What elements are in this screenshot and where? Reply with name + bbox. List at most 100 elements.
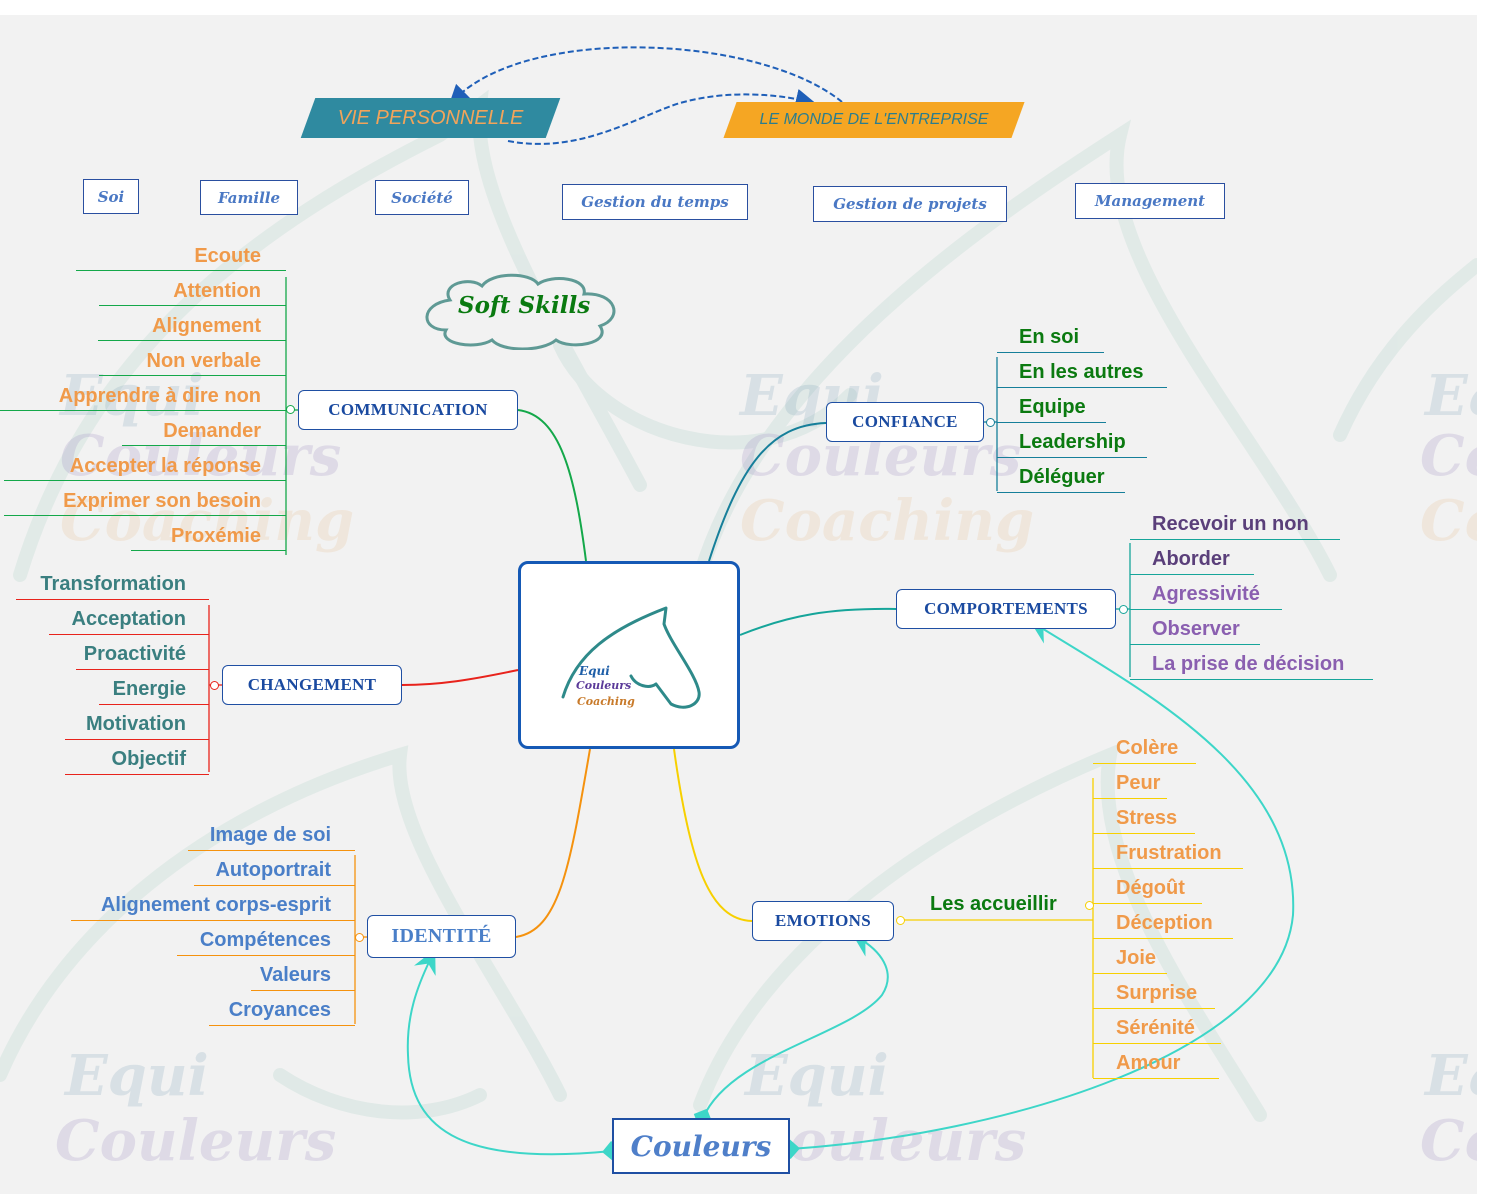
leaf-emotions[interactable]: Déception — [1116, 911, 1213, 935]
leaf-underline — [1093, 1078, 1219, 1079]
topic-changement[interactable]: CHANGEMENT — [222, 665, 402, 705]
banner-vie-personnelle[interactable]: VIE PERSONNELLE — [300, 98, 561, 138]
leaf-comportements[interactable]: Recevoir un non — [1152, 512, 1309, 536]
leaf-underline — [997, 422, 1106, 423]
leaf-communication[interactable]: Apprendre à dire non — [59, 384, 261, 408]
leaf-underline — [1093, 1008, 1215, 1009]
leaf-comportements[interactable]: Observer — [1152, 617, 1240, 641]
collapse-toggle-comportements[interactable] — [1119, 605, 1128, 614]
leaf-underline — [122, 445, 286, 446]
leaf-communication[interactable]: Non verbale — [147, 349, 261, 373]
leaf-underline — [997, 387, 1167, 388]
leaf-identite[interactable]: Compétences — [200, 928, 331, 952]
leaf-communication[interactable]: Accepter la réponse — [70, 454, 261, 478]
leaf-underline — [1093, 798, 1167, 799]
leaf-communication[interactable]: Demander — [163, 419, 261, 443]
collapse-toggle-confiance[interactable] — [986, 418, 995, 427]
banner-monde-entreprise[interactable]: LE MONDE DE L'ENTREPRISE — [723, 102, 1025, 138]
leaf-identite[interactable]: Autoportrait — [215, 858, 331, 882]
leaf-emotions[interactable]: Colère — [1116, 736, 1178, 760]
relation-couleurs-emotions — [693, 933, 889, 1128]
leaf-confiance[interactable]: Leadership — [1019, 430, 1126, 454]
branch-emotions — [673, 748, 753, 922]
branch-identite — [515, 748, 591, 938]
central-topic[interactable]: Equi Couleurs Coaching — [518, 561, 740, 749]
leaf-changement[interactable]: Objectif — [112, 747, 186, 771]
leaf-underline — [99, 375, 286, 376]
leaf-identite[interactable]: Valeurs — [260, 963, 331, 987]
collapse-toggle-communication[interactable] — [286, 405, 295, 414]
leaf-underline — [65, 774, 209, 775]
tag-gestion-du-temps[interactable]: Gestion du temps — [562, 184, 748, 220]
leaf-emotions[interactable]: Frustration — [1116, 841, 1222, 865]
leaf-identite[interactable]: Image de soi — [210, 823, 331, 847]
leaf-underline — [4, 515, 286, 516]
leaf-communication[interactable]: Proxémie — [171, 524, 261, 548]
leaf-changement[interactable]: Motivation — [86, 712, 186, 736]
leaf-changement[interactable]: Acceptation — [72, 607, 186, 631]
relation-couleurs-identite — [406, 949, 622, 1161]
leaf-confiance[interactable]: En soi — [1019, 325, 1079, 349]
topic-comportements[interactable]: COMPORTEMENTS — [896, 589, 1116, 629]
tag-label: Gestion de projets — [833, 195, 987, 213]
leaf-changement[interactable]: Proactivité — [84, 642, 186, 666]
leaf-underline — [98, 340, 286, 341]
leaf-comportements[interactable]: Aborder — [1152, 547, 1230, 571]
leaf-communication[interactable]: Attention — [173, 279, 261, 303]
tag-label: Soi — [97, 187, 125, 206]
subtopic-les-accueillir[interactable]: Les accueillir — [930, 892, 1057, 916]
leaf-comportements[interactable]: Agressivité — [1152, 582, 1260, 606]
leaf-underline — [71, 920, 355, 921]
tag-label: Gestion du temps — [581, 193, 729, 211]
leaf-underline — [0, 410, 286, 411]
leaf-communication[interactable]: Ecoute — [194, 244, 261, 268]
leaf-communication[interactable]: Alignement — [152, 314, 261, 338]
leaf-confiance[interactable]: En les autres — [1019, 360, 1144, 384]
leaf-identite[interactable]: Alignement corps-esprit — [101, 893, 331, 917]
leaf-underline — [997, 352, 1104, 353]
horse-head-icon — [561, 606, 701, 709]
leaf-underline — [131, 550, 286, 551]
leaf-underline — [1093, 973, 1167, 974]
collapse-toggle-changement[interactable] — [210, 681, 219, 690]
topic-label: IDENTITÉ — [391, 925, 492, 947]
leaf-emotions[interactable]: Surprise — [1116, 981, 1197, 1005]
leaf-identite[interactable]: Croyances — [229, 998, 331, 1022]
leaf-communication[interactable]: Exprimer son besoin — [63, 489, 261, 513]
tag-gestion-de-projets[interactable]: Gestion de projets — [813, 186, 1007, 222]
leaf-underline — [76, 669, 209, 670]
topic-identite[interactable]: IDENTITÉ — [367, 915, 516, 958]
leaf-emotions[interactable]: Stress — [1116, 806, 1177, 830]
leaf-confiance[interactable]: Déléguer — [1019, 465, 1105, 489]
leaf-emotions[interactable]: Amour — [1116, 1051, 1180, 1075]
tag-societe[interactable]: Société — [375, 180, 469, 215]
leaf-emotions[interactable]: Peur — [1116, 771, 1160, 795]
topic-confiance[interactable]: CONFIANCE — [826, 402, 984, 442]
leaf-changement[interactable]: Transformation — [40, 572, 186, 596]
leaf-underline — [1130, 644, 1260, 645]
couleurs-node[interactable]: Couleurs — [612, 1118, 790, 1174]
leaf-emotions[interactable]: Sérénité — [1116, 1016, 1195, 1040]
tag-management[interactable]: Management — [1075, 183, 1225, 219]
leaf-changement[interactable]: Energie — [113, 677, 186, 701]
tag-soi[interactable]: Soi — [83, 179, 139, 214]
logo-text-couleurs: Couleurs — [576, 679, 632, 692]
banner-label: LE MONDE DE L'ENTREPRISE — [759, 111, 989, 128]
leaf-underline — [1093, 903, 1202, 904]
topic-communication[interactable]: COMMUNICATION — [298, 390, 518, 430]
topic-label: CONFIANCE — [852, 412, 958, 431]
topic-label: EMOTIONS — [775, 911, 871, 930]
collapse-toggle-emotions[interactable] — [896, 916, 905, 925]
leaf-emotions[interactable]: Joie — [1116, 946, 1156, 970]
topic-emotions[interactable]: EMOTIONS — [752, 901, 894, 941]
leaf-comportements[interactable]: La prise de décision — [1152, 652, 1344, 676]
leaf-emotions[interactable]: Dégoût — [1116, 876, 1185, 900]
cloud-label: Soft Skills — [458, 292, 591, 319]
tag-famille[interactable]: Famille — [200, 180, 298, 215]
leaf-underline — [997, 457, 1147, 458]
collapse-toggle-identite[interactable] — [355, 933, 364, 942]
leaf-confiance[interactable]: Equipe — [1019, 395, 1086, 419]
branch-confiance — [708, 422, 827, 562]
leaf-underline — [1093, 1043, 1221, 1044]
topic-label: CHANGEMENT — [247, 675, 377, 694]
